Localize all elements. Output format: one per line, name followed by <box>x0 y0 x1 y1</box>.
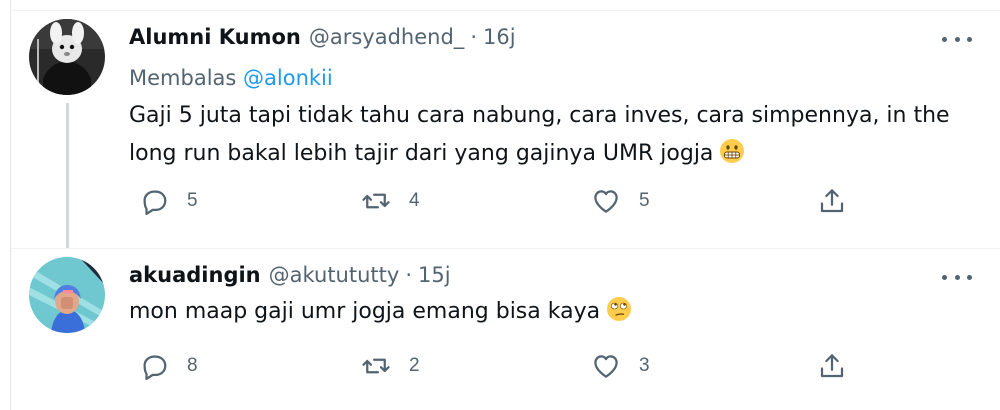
like-count: 3 <box>639 355 650 376</box>
tweet-header: Alumni Kumon @arsyadhend_ · 16j <box>129 23 970 51</box>
heart-icon <box>594 355 618 378</box>
reply-count: 5 <box>187 190 198 211</box>
display-name[interactable]: akuadingin <box>129 261 261 289</box>
dot <box>967 274 972 280</box>
like-button[interactable]: 3 <box>591 349 650 383</box>
more-options-icon[interactable] <box>942 29 972 49</box>
tweet-text-line: mon maap gaji umr jogja emang bisa kaya <box>129 299 601 324</box>
avatar[interactable] <box>29 257 105 333</box>
tweet-content: akuadingin @akutututty · 15j mon maap ga… <box>129 261 972 331</box>
dot <box>967 36 972 42</box>
tweet-text-line: long run bakal lebih tajir dari yang gaj… <box>129 141 714 166</box>
timestamp[interactable]: 16j <box>483 23 516 51</box>
dot <box>942 36 947 42</box>
dot <box>954 36 960 42</box>
tweet-actions: 5 4 5 <box>129 184 859 218</box>
tweet-akuadingin[interactable]: akuadingin @akutututty · 15j mon maap ga… <box>11 249 1000 410</box>
reply-icon <box>143 355 167 380</box>
separator-dot: · <box>470 25 477 49</box>
reply-count: 8 <box>187 355 198 376</box>
replying-label: Membalas <box>129 66 237 90</box>
tweet-text-line-wrap: long run bakal lebih tajir dari yang gaj… <box>129 135 970 173</box>
reply-button[interactable]: 8 <box>139 349 198 383</box>
retweet-icon <box>362 193 390 209</box>
retweet-button[interactable]: 4 <box>361 184 420 218</box>
thread-line <box>66 103 69 249</box>
reply-icon <box>143 190 167 215</box>
tweet-actions: 8 2 3 <box>129 349 859 383</box>
mention-link[interactable]: @alonkii <box>243 66 333 90</box>
replying-to: Membalas @alonkii <box>129 64 970 92</box>
user-handle[interactable]: @akutututty <box>269 261 400 289</box>
share-icon <box>820 189 844 213</box>
avatar-image <box>29 19 105 95</box>
more-options-icon[interactable] <box>942 267 972 287</box>
heart-icon <box>594 190 618 213</box>
reply-button[interactable]: 5 <box>139 184 198 218</box>
tweet-text: mon maap gaji umr jogja emang bisa kaya <box>129 293 970 331</box>
share-button[interactable] <box>817 184 847 218</box>
like-count: 5 <box>639 190 650 211</box>
like-button[interactable]: 5 <box>591 184 650 218</box>
display-name[interactable]: Alumni Kumon <box>129 23 301 51</box>
dot <box>954 274 960 280</box>
dot <box>942 274 947 280</box>
retweet-button[interactable]: 2 <box>361 349 420 383</box>
face-with-rolling-eyes-emoji <box>606 296 632 322</box>
retweet-icon <box>362 358 390 374</box>
tweet-alumni-kumon[interactable]: Alumni Kumon @arsyadhend_ · 16j Membalas… <box>11 11 1000 249</box>
grimacing-face-emoji <box>719 138 745 164</box>
user-handle[interactable]: @arsyadhend_ <box>309 23 464 51</box>
share-icon <box>820 354 844 378</box>
retweet-count: 2 <box>409 355 420 376</box>
tweet-header: akuadingin @akutututty · 15j <box>129 261 970 289</box>
separator-dot: · <box>405 263 412 287</box>
avatar-image <box>29 257 105 333</box>
timestamp[interactable]: 15j <box>418 261 451 289</box>
share-button[interactable] <box>817 349 847 383</box>
tweet-content: Alumni Kumon @arsyadhend_ · 16j Membalas… <box>129 23 972 173</box>
tweet-text-line: Gaji 5 juta tapi tidak tahu cara nabung,… <box>129 103 950 128</box>
avatar[interactable] <box>29 19 105 95</box>
tweet-text: Gaji 5 juta tapi tidak tahu cara nabung,… <box>129 97 970 173</box>
retweet-count: 4 <box>409 190 420 211</box>
